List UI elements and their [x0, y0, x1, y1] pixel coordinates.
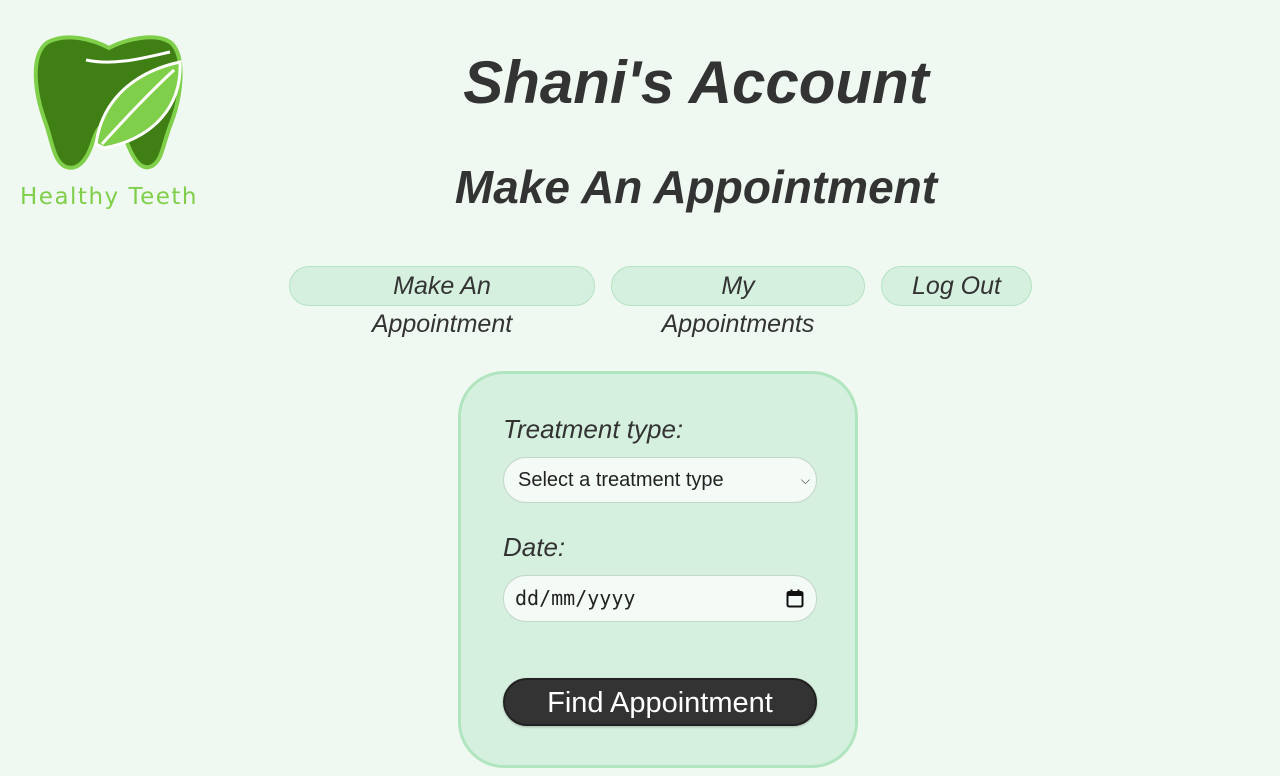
appointment-form-card: Treatment type: Select a treatment type … — [458, 371, 858, 768]
treatment-type-select[interactable]: Select a treatment type ⌵ — [503, 457, 817, 503]
nav-my-appointments-button[interactable]: My Appointments — [611, 266, 865, 338]
calendar-icon[interactable] — [786, 589, 804, 608]
chevron-down-icon: ⌵ — [800, 473, 810, 487]
nav-make-appointment-button[interactable]: Make An Appointment — [289, 266, 595, 338]
find-appointment-button[interactable]: Find Appointment — [503, 678, 817, 726]
page: Healthy Teeth Shani's Account Make An Ap… — [0, 0, 1280, 776]
date-value: dd/mm/yyyy — [515, 586, 636, 610]
date-label: Date: — [503, 532, 566, 562]
treatment-type-value: Select a treatment type — [518, 469, 724, 491]
treatment-type-label: Treatment type: — [503, 414, 684, 444]
page-title: Make An Appointment — [454, 161, 938, 213]
account-title: Shani's Account — [463, 49, 929, 116]
main-nav: Make An Appointment My Appointments Log … — [289, 266, 1032, 338]
nav-log-out-button[interactable]: Log Out — [881, 266, 1032, 306]
date-input[interactable]: dd/mm/yyyy — [503, 575, 817, 622]
